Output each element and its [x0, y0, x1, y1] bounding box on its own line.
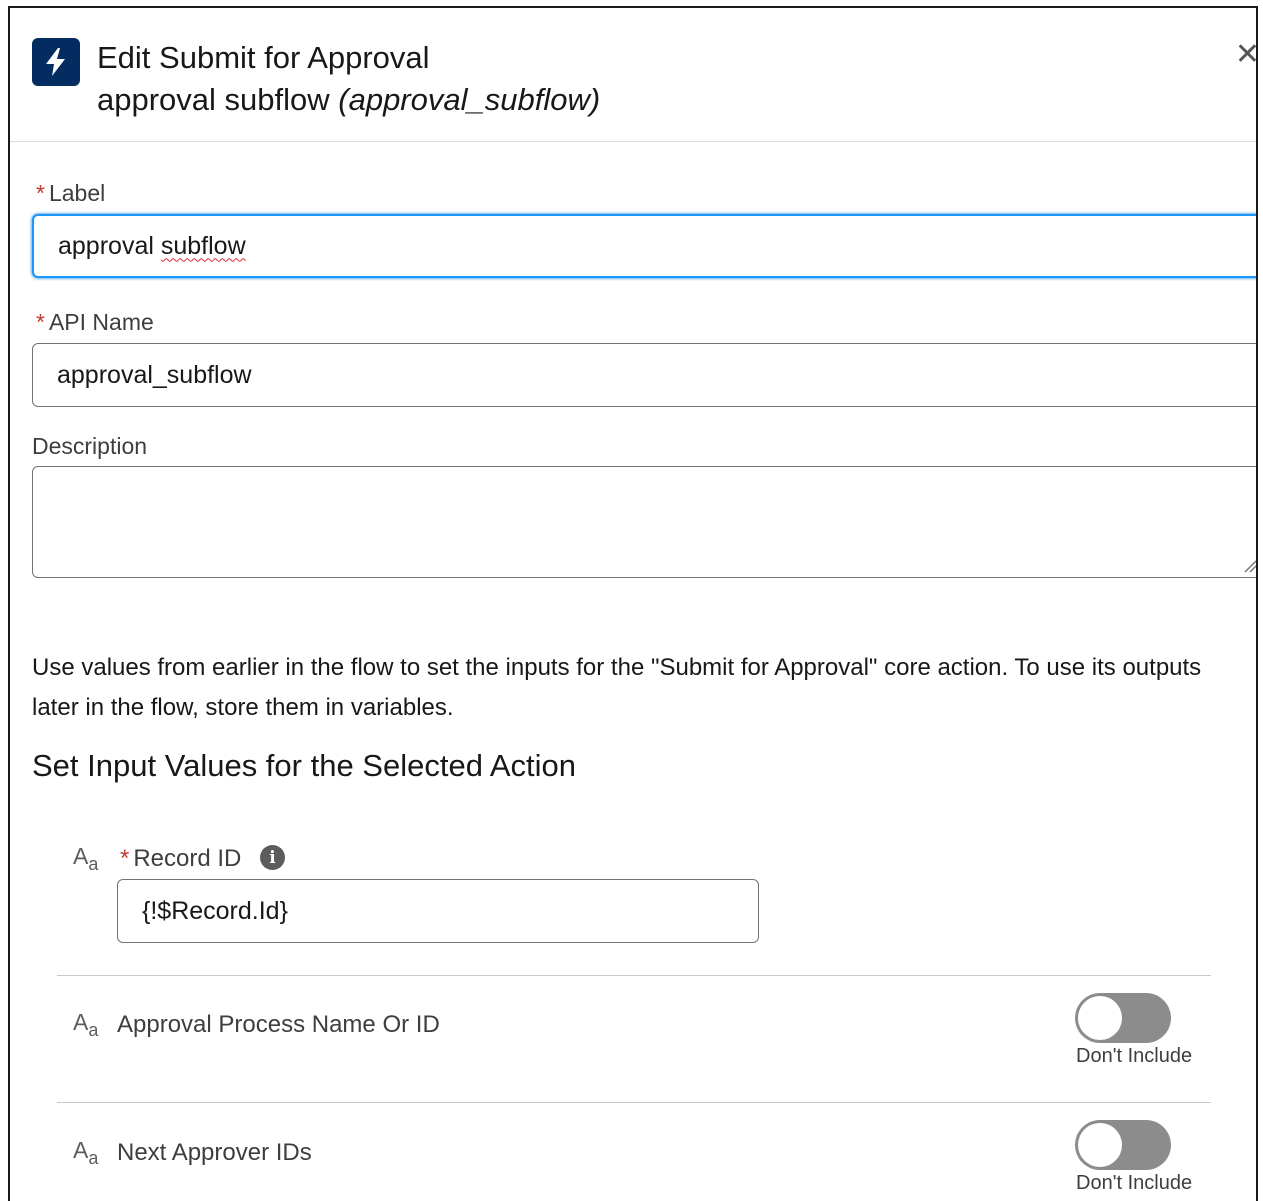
label-input[interactable]: approval subflow	[32, 214, 1256, 278]
record-id-label: * Record ID	[120, 845, 242, 872]
element-name: approval subflow (approval_subflow)	[97, 82, 600, 118]
text-type-icon: Aa	[73, 843, 99, 874]
description-field-label: Description	[32, 433, 148, 459]
approval-process-label: Approval Process Name Or ID	[117, 1011, 440, 1038]
text-type-icon: Aa	[73, 1137, 99, 1168]
approval-process-toggle-caption: Don't Include	[1076, 1045, 1193, 1067]
approval-process-toggle[interactable]	[1075, 993, 1171, 1043]
toggle-knob	[1078, 1123, 1122, 1167]
modal-title: Edit Submit for Approval	[97, 40, 430, 75]
required-mark: *	[36, 309, 45, 335]
next-approver-toggle-caption: Don't Include	[1076, 1172, 1193, 1194]
resize-handle-icon[interactable]	[1243, 559, 1257, 573]
toggle-knob	[1078, 996, 1122, 1040]
next-approver-toggle[interactable]	[1075, 1120, 1171, 1170]
api-name-field-label: * API Name	[36, 309, 154, 335]
api-name-input[interactable]: approval_subflow	[32, 343, 1256, 407]
edit-action-modal: Edit Submit for Approval approval subflo…	[8, 6, 1258, 1201]
description-textarea[interactable]	[32, 466, 1257, 578]
required-mark: *	[36, 180, 45, 206]
required-mark: *	[120, 845, 130, 872]
section-title: Set Input Values for the Selected Action	[32, 748, 576, 783]
element-api-name: (approval_subflow)	[338, 82, 601, 117]
label-field-label: * Label	[36, 180, 106, 206]
record-id-input[interactable]: {!$Record.Id}	[117, 879, 759, 943]
divider	[57, 975, 1211, 976]
divider	[57, 1102, 1211, 1103]
text-type-icon: Aa	[73, 1009, 99, 1040]
lightning-bolt-icon	[32, 38, 80, 86]
element-label: approval subflow	[97, 82, 330, 117]
close-icon[interactable]: ✕	[1235, 40, 1256, 70]
info-icon[interactable]: i	[260, 845, 285, 870]
next-approver-label: Next Approver IDs	[117, 1139, 312, 1166]
modal-header: Edit Submit for Approval approval subflo…	[10, 8, 1256, 142]
help-text: Use values from earlier in the flow to s…	[32, 654, 1202, 721]
